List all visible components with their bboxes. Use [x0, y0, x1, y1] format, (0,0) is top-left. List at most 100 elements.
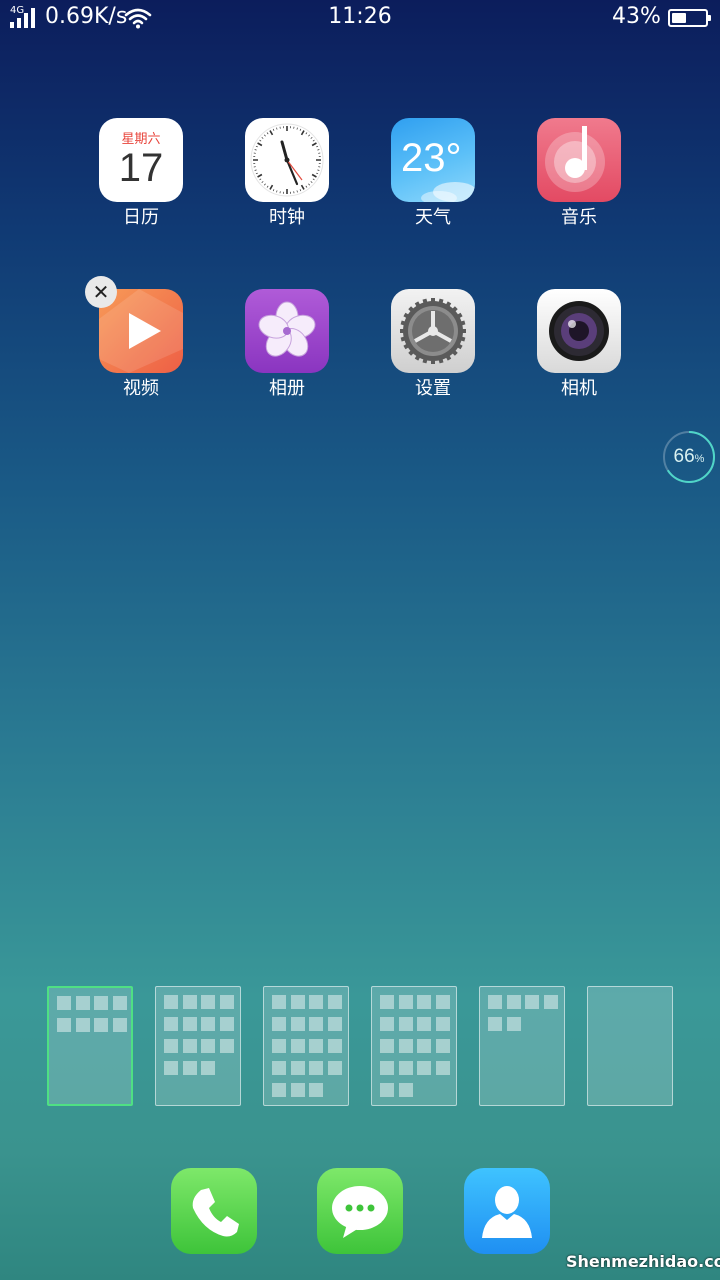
page-thumbnail[interactable] — [155, 986, 241, 1106]
app-label: 日历 — [123, 207, 159, 228]
app-music[interactable]: 音乐 — [519, 118, 639, 238]
app-settings[interactable]: 设置 — [373, 289, 493, 409]
thumbnail-app-cell — [201, 1017, 215, 1031]
thumbnail-app-cell — [164, 1061, 178, 1075]
thumbnail-app-cell — [272, 995, 286, 1009]
thumbnail-app-cell — [327, 995, 342, 1009]
thumbnail-app-cell — [94, 996, 108, 1010]
thumbnail-app-cell — [290, 995, 305, 1009]
app-label: 音乐 — [561, 207, 597, 228]
thumbnail-app-cell — [327, 1039, 342, 1053]
status-bar: 4G 0.69K/s 11:26 43% — [0, 0, 720, 34]
thumbnail-app-cell — [290, 1039, 305, 1053]
app-label: 设置 — [415, 378, 451, 399]
thumbnail-app-cell — [327, 1017, 342, 1031]
thumbnail-app-cell — [309, 1061, 323, 1075]
thumbnail-app-cell — [182, 995, 197, 1009]
watermark: Shenmezhidao.com — [566, 1252, 720, 1271]
thumbnail-app-cell — [112, 1018, 127, 1032]
thumbnail-app-cell — [201, 995, 215, 1009]
thumbnail-app-cell — [201, 1061, 215, 1075]
dock-contacts[interactable] — [464, 1168, 550, 1254]
thumbnail-app-cell — [417, 995, 431, 1009]
thumbnail-app-cell — [309, 995, 323, 1009]
thumbnail-app-cell — [398, 1083, 413, 1097]
memory-cleaner-widget[interactable]: 66% — [662, 430, 716, 484]
app-label: 相册 — [269, 378, 305, 399]
thumbnail-app-cell — [290, 1061, 305, 1075]
app-label: 天气 — [415, 207, 451, 228]
weather-temperature: 23° — [401, 136, 462, 180]
thumbnail-app-cell — [380, 1061, 394, 1075]
thumbnail-app-cell — [182, 1061, 197, 1075]
app-clock[interactable]: 时钟 — [227, 118, 347, 238]
thumbnail-app-cell — [488, 995, 502, 1009]
thumbnail-app-cell — [398, 1039, 413, 1053]
thumbnail-app-cell — [380, 1039, 394, 1053]
thumbnail-app-cell — [164, 1017, 178, 1031]
app-photos[interactable]: 相册 — [227, 289, 347, 409]
camera-lens-icon — [537, 289, 621, 373]
thumbnail-app-cell — [290, 1083, 305, 1097]
thumbnail-app-cell — [398, 1017, 413, 1031]
thumbnail-app-cell — [75, 1018, 90, 1032]
app-weather[interactable]: 23° 天气 — [373, 118, 493, 238]
thumbnail-app-cell — [417, 1061, 431, 1075]
memory-percent: 66% — [673, 446, 705, 467]
thumbnail-app-cell — [380, 1083, 394, 1097]
message-bubble-icon — [332, 1186, 388, 1238]
phone-icon — [192, 1188, 239, 1237]
thumbnail-app-cell — [272, 1061, 286, 1075]
weather-icon: 23° — [391, 118, 475, 202]
thumbnail-app-cell — [488, 1017, 502, 1031]
thumbnail-app-cell — [182, 1039, 197, 1053]
thumbnail-app-cell — [398, 995, 413, 1009]
page-thumbnail[interactable] — [263, 986, 349, 1106]
app-label: 相机 — [561, 378, 597, 399]
thumbnail-app-cell — [435, 1017, 450, 1031]
thumbnail-app-cell — [112, 996, 127, 1010]
thumbnail-app-cell — [272, 1039, 286, 1053]
app-label: 视频 — [123, 378, 159, 399]
thumbnail-app-cell — [398, 1061, 413, 1075]
delete-app-button[interactable]: ✕ — [85, 276, 117, 308]
clock-icon — [245, 118, 329, 202]
page-thumbnail[interactable] — [47, 986, 133, 1106]
app-camera[interactable]: 相机 — [519, 289, 639, 409]
thumbnail-app-cell — [543, 995, 558, 1009]
thumbnail-app-cell — [309, 1017, 323, 1031]
thumbnail-app-cell — [435, 1061, 450, 1075]
thumbnail-app-cell — [435, 995, 450, 1009]
thumbnail-app-cell — [506, 995, 521, 1009]
thumbnail-app-cell — [506, 1017, 521, 1031]
thumbnail-app-cell — [435, 1039, 450, 1053]
gear-icon — [391, 289, 475, 373]
thumbnail-app-cell — [272, 1017, 286, 1031]
thumbnail-app-cell — [380, 1017, 394, 1031]
thumbnail-app-cell — [290, 1017, 305, 1031]
thumbnail-app-cell — [164, 1039, 178, 1053]
thumbnail-app-cell — [57, 1018, 71, 1032]
thumbnail-app-cell — [525, 995, 539, 1009]
app-calendar[interactable]: 星期六 17 日历 — [81, 118, 201, 238]
calendar-icon: 星期六 17 — [99, 118, 183, 202]
dock-phone[interactable] — [171, 1168, 257, 1254]
thumbnail-app-cell — [309, 1083, 323, 1097]
thumbnail-app-cell — [57, 996, 71, 1010]
thumbnail-app-cell — [380, 995, 394, 1009]
dock-messages[interactable] — [317, 1168, 403, 1254]
thumbnail-app-cell — [164, 995, 178, 1009]
page-thumbnail[interactable] — [587, 986, 673, 1106]
calendar-day: 17 — [118, 146, 164, 190]
thumbnail-app-cell — [219, 1039, 234, 1053]
thumbnail-app-cell — [219, 995, 234, 1009]
thumbnail-app-cell — [201, 1039, 215, 1053]
page-thumbnail[interactable] — [371, 986, 457, 1106]
thumbnail-app-cell — [417, 1039, 431, 1053]
thumbnail-app-cell — [94, 1018, 108, 1032]
battery-percent: 43% — [612, 4, 661, 29]
contact-person-icon — [482, 1186, 532, 1238]
page-thumbnail[interactable] — [479, 986, 565, 1106]
flower-icon — [245, 289, 329, 373]
music-note-icon — [537, 118, 621, 202]
